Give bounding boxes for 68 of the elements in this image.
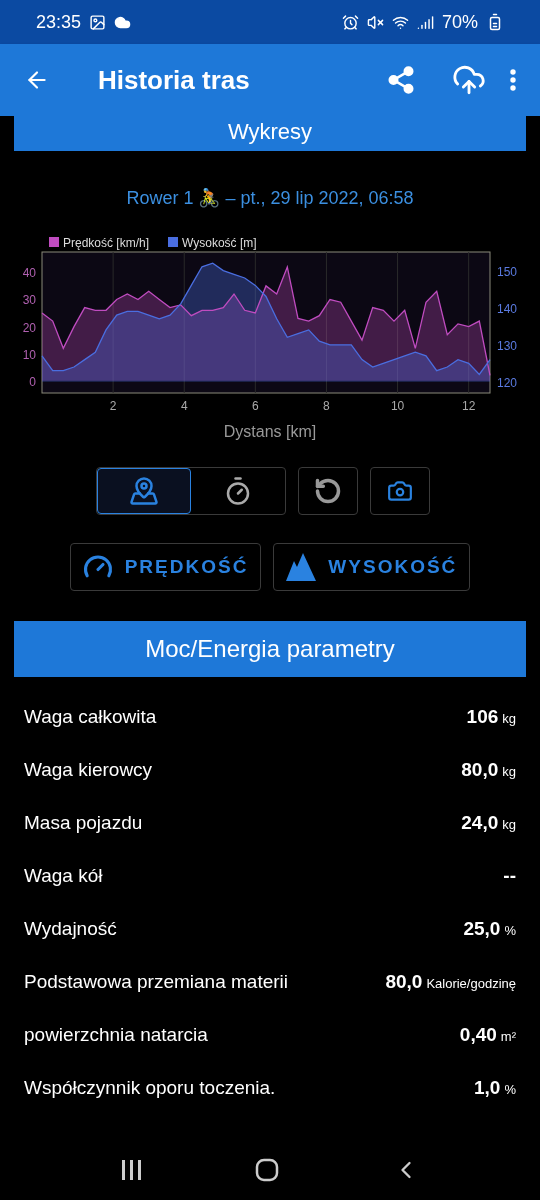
parameter-label: Współczynnik oporu toczenia.: [24, 1076, 276, 1101]
x-tick-label: 4: [180, 399, 188, 413]
parameter-label: Waga całkowita: [24, 705, 157, 730]
app-title: Historia tras: [98, 63, 251, 97]
parameter-label: Masa pojazdu: [24, 811, 143, 836]
parameter-value: 0,40: [459, 1023, 497, 1048]
camera-icon: [387, 478, 413, 504]
x-tick-label: 10: [390, 399, 405, 413]
parameter-unit: Kalorie/godzinę: [426, 975, 516, 994]
screenshot-button[interactable]: [370, 467, 430, 515]
parameter-value: 80,0: [461, 758, 499, 783]
parameter-unit: kg: [502, 710, 516, 729]
legend-label: Wysokość [m]: [182, 236, 257, 250]
x-tick-label: 8: [323, 399, 330, 413]
x-tick-label: 12: [462, 399, 476, 413]
parameter-value: 1,0: [474, 1076, 501, 1101]
y-tick-label: 140: [497, 301, 518, 316]
share-button[interactable]: [386, 65, 416, 95]
home-button[interactable]: [255, 1158, 279, 1182]
y-tick-label: 120: [497, 375, 518, 390]
parameter-label: powierzchnia natarcia: [24, 1023, 208, 1048]
y-tick-label: 40: [22, 266, 36, 281]
parameter-value: 24,0: [461, 811, 499, 836]
recent-apps-button[interactable]: [120, 1160, 143, 1180]
parameter-value: 80,0: [385, 970, 423, 995]
mountain-icon: [286, 553, 317, 581]
upload-button[interactable]: [452, 63, 486, 97]
reset-button[interactable]: [298, 467, 358, 515]
y-tick-label: 130: [497, 338, 518, 353]
x-tick-label: 6: [252, 399, 259, 413]
parameter-value: 25,0: [463, 917, 501, 942]
parameter-value: --: [503, 864, 516, 889]
parameter-unit: m²: [500, 1028, 516, 1047]
legend-label: Prędkość [km/h]: [63, 236, 150, 250]
battery-percent: 70%: [441, 10, 478, 34]
more-icon: [510, 69, 516, 91]
y-tick-label: 20: [22, 320, 36, 335]
parameter-label: Waga kierowcy: [24, 758, 153, 783]
parameter-unit: %: [504, 922, 516, 941]
elevation-button[interactable]: WYSOKOŚĆ: [273, 543, 471, 591]
x-tick-label: 2: [109, 399, 117, 413]
reset-icon: [314, 477, 342, 505]
section-title: Moc/Energia parametry: [145, 634, 395, 664]
share-icon: [386, 65, 416, 95]
parameter-unit: kg: [502, 763, 516, 782]
y-tick-label: 0: [29, 374, 36, 389]
speed-button[interactable]: PRĘDKOŚĆ: [69, 543, 262, 591]
signal-icon: [416, 13, 434, 31]
y-tick-label: 30: [22, 293, 36, 308]
parameter-label: Wydajność: [24, 917, 117, 942]
alarm-icon: [341, 13, 359, 31]
parameter-label: Waga kół: [24, 864, 103, 889]
more-button[interactable]: [510, 69, 516, 91]
parameter-unit: kg: [502, 816, 516, 835]
parameter-value: 106: [466, 705, 499, 730]
parameter-unit: %: [504, 1081, 516, 1100]
mute-icon: [366, 13, 384, 31]
route-tab[interactable]: [97, 468, 191, 514]
image-icon: [89, 13, 107, 31]
parameter-label: Podstawowa przemiana materii: [24, 970, 288, 995]
status-time: 23:35: [36, 10, 82, 34]
y-tick-label: 150: [497, 264, 518, 279]
x-axis-title: Dystans [km]: [223, 423, 317, 440]
section-title: Wykresy: [227, 121, 313, 143]
map-pin-icon: [129, 476, 159, 506]
cloud-upload-icon: [452, 63, 486, 97]
ride-title: Rower 1 🚴 – pt., 29 lip 2022, 06:58: [125, 187, 415, 210]
y-tick-label: 10: [22, 347, 36, 362]
